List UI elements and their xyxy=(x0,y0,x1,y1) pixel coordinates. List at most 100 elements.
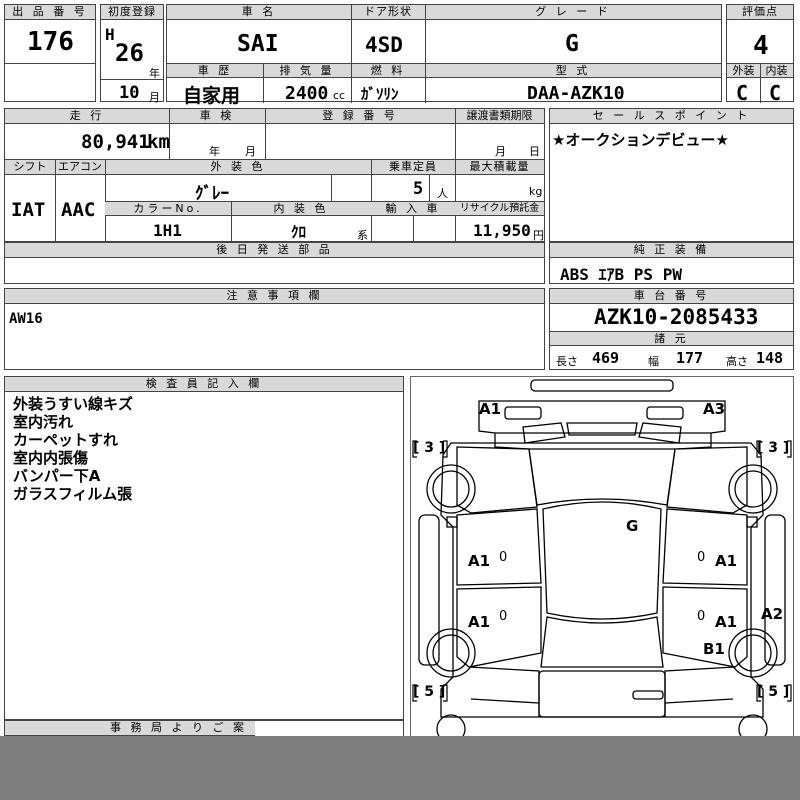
history-label: 車 歴 xyxy=(197,64,233,77)
exterior-grade: C xyxy=(736,81,749,105)
shift-label: シフト xyxy=(13,160,47,173)
import-car-label: 輸 入 車 xyxy=(385,202,441,215)
tire-tread-mark: [ 3 ] xyxy=(413,440,446,456)
sales-point-text: ★オークションデビュー★ xyxy=(552,131,729,149)
transfer-deadline-label: 譲渡書類期限 xyxy=(466,109,533,122)
max-load-unit: kg xyxy=(529,185,543,198)
equipment-text: ABS ｴｱB PS PW xyxy=(560,265,682,284)
width-label: 幅 xyxy=(648,355,659,368)
notes-box: 注 意 事 項 欄 AW16 xyxy=(4,288,545,370)
damage-mark: 0 xyxy=(697,609,706,624)
sales-point-label: セ ー ル ス ポ イ ン ト xyxy=(550,109,793,124)
damage-mark: A1 xyxy=(468,613,491,631)
first-registration-label: 初度登録 xyxy=(101,5,163,20)
exterior-color-label: 外 装 色 xyxy=(210,160,266,173)
interior-grade: C xyxy=(769,81,782,105)
chassis-label: 車 台 番 号 xyxy=(550,289,793,304)
month-unit: 月 xyxy=(149,91,160,104)
damage-mark: A1 xyxy=(479,400,502,418)
notes-label: 注 意 事 項 欄 xyxy=(5,289,544,304)
fuel-label: 燃 料 xyxy=(370,64,406,77)
damage-mark: A3 xyxy=(703,400,726,418)
aircon-value: AAC xyxy=(61,199,96,221)
color-number: 1H1 xyxy=(153,221,182,240)
height-label: 高さ xyxy=(726,355,748,368)
damage-mark: B1 xyxy=(703,640,725,658)
capacity-label: 乗車定員 xyxy=(389,160,437,173)
tire-tread-mark: [ 3 ] xyxy=(757,440,790,456)
inspection-label: 車 検 xyxy=(199,109,235,122)
mileage: 80,941 xyxy=(81,131,150,153)
inspector-note-line: ガラスフィルム張 xyxy=(13,485,133,503)
notes-text: AW16 xyxy=(9,311,43,327)
displacement: 2400 xyxy=(285,83,329,104)
damage-mark: A1 xyxy=(715,552,738,570)
inspector-note-line: 室内内張傷 xyxy=(13,449,89,467)
vehicle-details-box: 走 行 車 検 登 録 番 号 譲渡書類期限 80,941 km 年 月 月 日… xyxy=(4,108,545,243)
car-diagram-box: A1 A3 [ 3 ] [ 3 ] G A1 0 0 A1 A1 0 0 A1 … xyxy=(410,376,794,740)
damage-mark: A2 xyxy=(761,605,784,623)
recycle-fee: 11,950 xyxy=(473,221,531,240)
tire-tread-mark: [ 5 ] xyxy=(413,684,446,700)
interior-color: ｸﾛ xyxy=(291,223,307,241)
door-label: ドア形状 xyxy=(364,5,412,18)
later-parts-label: 後 日 発 送 部 品 xyxy=(5,243,544,258)
glass-mark: G xyxy=(626,517,639,535)
office-notes-label-text: 事 務 局 よ り ご 案 xyxy=(110,721,247,734)
capacity: 5 xyxy=(413,179,424,199)
inspector-note-line: 外装うすい線キズ xyxy=(13,395,134,413)
length-label: 長さ xyxy=(556,355,578,368)
model-label: 型 式 xyxy=(555,64,591,77)
color-number-label: カラーNo. xyxy=(133,202,203,215)
fuel: ｶﾞｿﾘﾝ xyxy=(361,85,399,103)
damage-mark: A1 xyxy=(715,613,738,631)
lot-number-label: 出 品 番 号 xyxy=(5,5,95,20)
bottom-margin-strip xyxy=(0,736,800,800)
registration-month: 10 xyxy=(119,83,140,103)
recycle-fee-label: リサイクル預託金 xyxy=(459,203,540,214)
aircon-label: エアコン xyxy=(58,160,102,173)
interior-label: 内装 xyxy=(765,64,788,77)
interior-color-unit: 系 xyxy=(357,229,368,242)
first-registration-box: 初度登録 H 26 年 10 月 xyxy=(100,4,164,104)
capacity-unit: 人 xyxy=(437,187,448,200)
model: DAA-AZK10 xyxy=(527,83,625,104)
car-info-box: 車 名 ドア形状 グ レ ー ド SAI 4SD G 車 歴 排 気 量 燃 料… xyxy=(166,4,722,107)
displacement-unit: cc xyxy=(333,89,346,102)
later-parts-box: 後 日 発 送 部 品 xyxy=(4,242,545,284)
lot-number: 176 xyxy=(27,27,74,57)
car-name-label: 車 名 xyxy=(241,5,277,18)
damage-mark: A1 xyxy=(468,552,491,570)
damage-mark: 0 xyxy=(499,550,508,565)
inspector-note-line: 室内汚れ xyxy=(13,413,74,431)
specs-label: 諸 元 xyxy=(550,332,793,346)
era-letter: H xyxy=(105,25,115,44)
lot-number-box: 出 品 番 号 176 xyxy=(4,4,96,102)
history: 自家用 xyxy=(183,85,241,107)
exterior-label: 外装 xyxy=(732,64,755,77)
equipment-box: 純 正 装 備 ABS ｴｱB PS PW xyxy=(549,242,794,284)
displacement-label: 排 気 量 xyxy=(279,64,335,77)
door-type: 4SD xyxy=(365,33,403,57)
shift-value: IAT xyxy=(11,199,46,221)
inspector-notes-box: 検 査 員 記 入 欄 外装うすい線キズ 室内汚れ カーペットすれ 室内内張傷 … xyxy=(4,376,404,720)
score-label: 評価点 xyxy=(727,5,793,20)
interior-color-label: 内 装 色 xyxy=(273,202,329,215)
car-name: SAI xyxy=(237,31,279,57)
chassis-number: AZK10-2085433 xyxy=(594,305,759,329)
inspector-note-line: カーペットすれ xyxy=(13,431,119,449)
damage-mark: 0 xyxy=(697,550,706,565)
inspector-note-line: バンパー下A xyxy=(13,467,101,485)
inspection-year-unit: 年 xyxy=(209,145,220,158)
score-box: 評価点 4 外装 内装 C C xyxy=(726,4,794,105)
equipment-label: 純 正 装 備 xyxy=(550,243,793,258)
sales-point-box: セ ー ル ス ポ イ ン ト ★オークションデビュー★ xyxy=(549,108,794,242)
chassis-box: 車 台 番 号 AZK10-2085433 諸 元 長さ 469 幅 177 高… xyxy=(549,288,794,370)
reg-number-label: 登 録 番 号 xyxy=(322,109,398,122)
transfer-day-unit: 日 xyxy=(529,145,540,158)
mileage-label: 走 行 xyxy=(69,109,105,122)
score: 4 xyxy=(753,31,769,61)
registration-year: 26 xyxy=(115,39,144,67)
width-value: 177 xyxy=(676,349,704,367)
max-load-label: 最大積載量 xyxy=(469,160,530,173)
